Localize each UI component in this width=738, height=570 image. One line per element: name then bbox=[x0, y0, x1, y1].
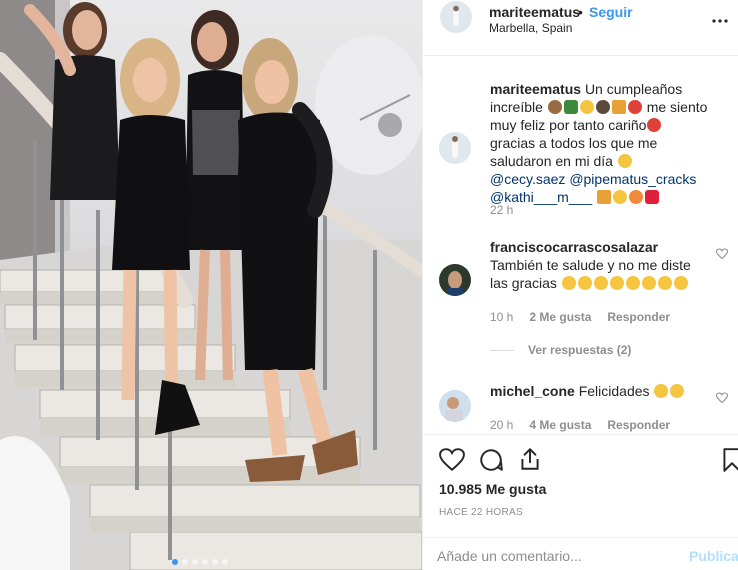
comment-like-heart-icon[interactable] bbox=[716, 392, 728, 404]
kiss-face-emoji-icon bbox=[613, 190, 628, 204]
grin-sweat-emoji-icon bbox=[609, 276, 624, 290]
reply-button[interactable]: Responder bbox=[607, 418, 670, 432]
add-comment-bar: Publicar bbox=[423, 537, 738, 570]
photo-illustration bbox=[0, 0, 422, 570]
more-options-icon[interactable] bbox=[711, 12, 729, 30]
post-details-panel: mariteematus • Seguir Marbella, Spain ma… bbox=[422, 0, 738, 570]
author-avatar[interactable] bbox=[440, 1, 472, 33]
mention-link[interactable]: @cecy.saez bbox=[490, 171, 565, 187]
comment-likes[interactable]: 4 Me gusta bbox=[529, 418, 591, 432]
comment-body: Felicidades bbox=[578, 383, 650, 399]
comment-meta: 10 h 2 Me gusta Responder bbox=[490, 310, 670, 324]
author-username[interactable]: mariteematus bbox=[489, 4, 580, 20]
caption-text: mariteematus Un cumpleaños increíble me … bbox=[490, 80, 708, 206]
gift-emoji-icon bbox=[597, 190, 612, 204]
rofl-emoji-icon bbox=[593, 276, 608, 290]
kiss-face-emoji-icon bbox=[617, 154, 632, 168]
grin-sweat-emoji-icon bbox=[673, 276, 688, 290]
heart-icon[interactable] bbox=[439, 447, 465, 473]
comment-icon[interactable] bbox=[478, 447, 504, 473]
comment-meta: 20 h 4 Me gusta Responder bbox=[490, 418, 670, 432]
caption-author-avatar[interactable] bbox=[439, 132, 471, 164]
commenter-avatar[interactable] bbox=[439, 264, 471, 296]
rofl-emoji-icon bbox=[561, 276, 576, 290]
post-photo[interactable] bbox=[0, 0, 422, 570]
post-comment-button[interactable]: Publicar bbox=[689, 548, 738, 564]
carousel-dot bbox=[202, 559, 208, 565]
grin-sweat-emoji-icon bbox=[641, 276, 656, 290]
reply-button[interactable]: Responder bbox=[607, 310, 670, 324]
rofl-emoji-icon bbox=[577, 276, 592, 290]
balloon-emoji-icon bbox=[647, 118, 662, 132]
yum-emoji-icon bbox=[654, 384, 669, 398]
carousel-dot bbox=[222, 559, 228, 565]
carousel-dot bbox=[182, 559, 188, 565]
party-emoji-icon bbox=[595, 100, 610, 114]
red-heart-emoji-icon bbox=[645, 190, 660, 204]
comment-text: michel_cone Felicidades bbox=[490, 382, 708, 400]
carousel-dot-active bbox=[172, 559, 178, 565]
comment-username[interactable]: franciscocarrascosalazar bbox=[490, 239, 658, 255]
likes-count[interactable]: 10.985 Me gusta bbox=[439, 481, 546, 497]
bottle-emoji-icon bbox=[563, 100, 578, 114]
post-timestamp[interactable]: HACE 22 HORAS bbox=[439, 507, 523, 518]
post-actions: 10.985 Me gusta HACE 22 HORAS Publicar bbox=[423, 434, 738, 570]
comment-like-heart-icon[interactable] bbox=[716, 248, 728, 260]
confetti-emoji-icon bbox=[579, 100, 594, 114]
bookmark-icon[interactable] bbox=[719, 447, 738, 473]
commenter-avatar[interactable] bbox=[439, 390, 471, 422]
comment-username[interactable]: michel_cone bbox=[490, 383, 575, 399]
carousel-dot bbox=[212, 559, 218, 565]
mention-link[interactable]: @pipematus_cracks bbox=[569, 171, 696, 187]
separator-dot: • bbox=[578, 4, 583, 20]
comments-list: mariteematus Un cumpleaños increíble me … bbox=[423, 56, 738, 434]
caption-meta: 22 h bbox=[490, 203, 513, 217]
carousel-dots bbox=[172, 559, 228, 565]
comment-likes[interactable]: 2 Me gusta bbox=[529, 310, 591, 324]
post-header: mariteematus • Seguir Marbella, Spain bbox=[423, 0, 738, 56]
view-replies-button[interactable]: Ver respuestas (2) bbox=[490, 343, 631, 357]
cake-emoji-icon bbox=[547, 100, 562, 114]
divider bbox=[490, 349, 514, 351]
comment-time[interactable]: 10 h bbox=[490, 310, 513, 324]
comment-input[interactable] bbox=[437, 548, 667, 564]
grin-sweat-emoji-icon bbox=[657, 276, 672, 290]
grin-sweat-emoji-icon bbox=[625, 276, 640, 290]
heart-eyes-emoji-icon bbox=[629, 190, 644, 204]
balloon-emoji-icon bbox=[627, 100, 642, 114]
caption-username[interactable]: mariteematus bbox=[490, 81, 581, 97]
post-location[interactable]: Marbella, Spain bbox=[489, 21, 572, 35]
caption-time[interactable]: 22 h bbox=[490, 203, 513, 217]
caption-body-3: gracias a todos los que me saludaron en … bbox=[490, 135, 658, 169]
comment-text: franciscocarrascosalazar También te salu… bbox=[490, 238, 708, 292]
gift-emoji-icon bbox=[611, 100, 626, 114]
carousel-dot bbox=[192, 559, 198, 565]
view-replies-label: Ver respuestas (2) bbox=[528, 343, 632, 357]
yum-emoji-icon bbox=[670, 384, 685, 398]
share-icon[interactable] bbox=[517, 446, 543, 472]
follow-button[interactable]: Seguir bbox=[589, 4, 633, 20]
comment-time[interactable]: 20 h bbox=[490, 418, 513, 432]
